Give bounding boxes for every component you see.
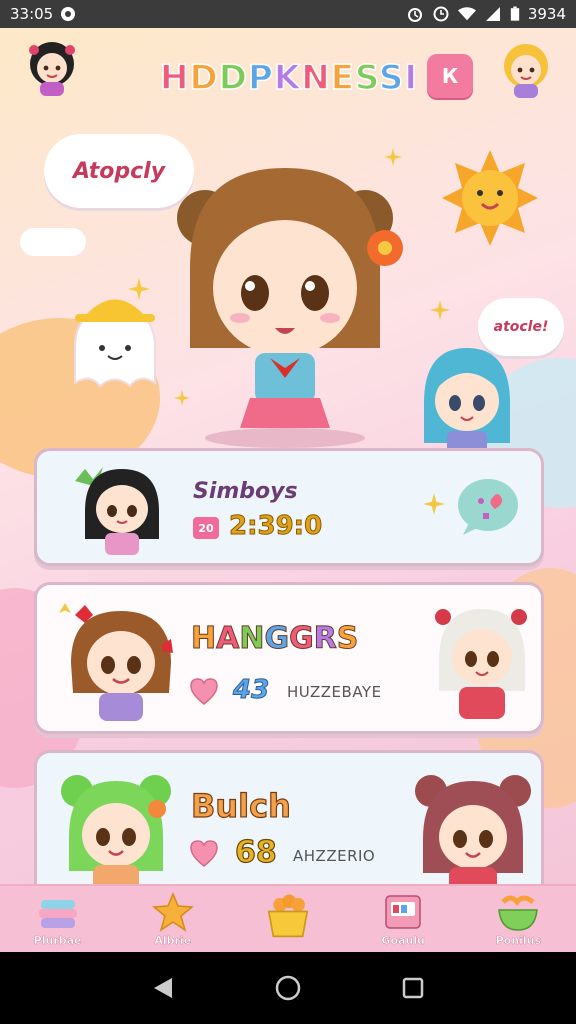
- nav-item-albrie[interactable]: Albrie: [128, 892, 218, 947]
- cake-icon: [38, 900, 77, 928]
- card-2-title-letter: H: [190, 621, 217, 657]
- title-letter: N: [300, 57, 331, 99]
- sparkle-icon: [174, 390, 190, 406]
- wifi-icon: [457, 7, 476, 21]
- title-letter: K: [273, 57, 302, 99]
- sun-character: [442, 150, 538, 246]
- card-3-side-character: [415, 775, 531, 884]
- hero-scene: Atopcly atocle!: [0, 118, 576, 453]
- nav-label: Ponilus: [495, 934, 542, 947]
- card-2-title-letter: R: [313, 621, 337, 657]
- bowl-icon: [498, 895, 539, 931]
- title-letter: S: [378, 57, 405, 99]
- card-1-avatar: [75, 467, 159, 555]
- speech-bubble-left-text: Atopcly: [72, 158, 166, 184]
- card-2-sub: HUZZEBAYE: [287, 683, 382, 701]
- battery-text: 3934: [527, 5, 566, 23]
- star-icon: [151, 892, 194, 932]
- card-3-avatar: [61, 775, 171, 884]
- heart-icon[interactable]: [189, 677, 219, 707]
- back-button[interactable]: [148, 973, 178, 1003]
- avatar-right[interactable]: [494, 36, 558, 100]
- title-letter: D: [189, 57, 219, 99]
- notification-icon: [61, 7, 76, 21]
- heart-icon[interactable]: [189, 839, 219, 869]
- sparkle-icon: [384, 148, 402, 166]
- home-circle-icon: [275, 975, 301, 1001]
- main-character[interactable]: [160, 148, 410, 448]
- card-2-side-character: [435, 609, 527, 719]
- card-3-count: 68: [234, 834, 277, 870]
- chat-heart-icon[interactable]: [455, 477, 521, 537]
- card-3-title: Bulch: [190, 786, 291, 825]
- nav-item-plurbae[interactable]: Plurbae: [13, 892, 103, 947]
- menu-button-label: К: [441, 64, 459, 88]
- status-bar: 33:05 3934: [0, 0, 576, 28]
- card-1-time: 2:39:0: [228, 511, 323, 542]
- cloud: [20, 228, 86, 256]
- card-2-badge: 43: [232, 675, 270, 706]
- system-nav-bar: [0, 952, 576, 1024]
- app-screen: HDDPKNESSI К Atopcly atocle! Simboys 20 …: [0, 28, 576, 884]
- title-letter: D: [218, 57, 248, 99]
- bottom-nav: Plurbae Albrie Goaulu Ponilus: [0, 884, 576, 952]
- nav-item-goaulu[interactable]: Goaulu: [358, 892, 448, 947]
- avatar-left[interactable]: [20, 34, 84, 98]
- book-icon: [385, 895, 421, 929]
- nav-label: Goaulu: [381, 934, 425, 947]
- title-letter: I: [404, 57, 419, 99]
- sparkle-icon: [430, 300, 450, 320]
- card-2-title-letter: A: [216, 621, 240, 657]
- signal-icon: [485, 7, 500, 21]
- title-letter: S: [354, 57, 379, 99]
- card-3-sub: AHZZERIO: [293, 847, 376, 865]
- card-2-avatar: [59, 603, 173, 721]
- title-letter: E: [330, 57, 355, 99]
- recents-button[interactable]: [398, 973, 428, 1003]
- character-card-1[interactable]: Simboys 20 2:39:0: [34, 448, 544, 566]
- title-letter: P: [247, 57, 274, 99]
- header: HDDPKNESSI К: [0, 28, 576, 128]
- character-card-2[interactable]: HANGGRS 43 HUZZEBAYE: [34, 582, 544, 734]
- nav-label: Albrie: [154, 934, 192, 947]
- back-icon: [153, 978, 172, 998]
- menu-button[interactable]: К: [427, 54, 473, 98]
- card-2-title-letter: G: [289, 621, 315, 657]
- status-time: 33:05: [10, 5, 54, 23]
- alarm-icon: [407, 8, 422, 22]
- card-2-title-letter: N: [239, 621, 265, 657]
- card-2-title-letter: G: [264, 621, 290, 657]
- card-1-chip: 20: [193, 517, 219, 539]
- blue-hair-character[interactable]: [412, 343, 522, 458]
- card-2-title: HANGGRS: [190, 621, 359, 657]
- ghost-character: [74, 299, 156, 388]
- title-letter: H: [159, 57, 190, 99]
- clock-icon: [433, 6, 449, 22]
- battery-icon: [510, 6, 519, 21]
- nav-item-ponilus[interactable]: Ponilus: [473, 892, 563, 947]
- basket-icon: [267, 894, 309, 938]
- character-card-3[interactable]: Bulch 68 AHZZERIO: [34, 750, 544, 884]
- card-1-title: Simboys: [193, 479, 298, 504]
- nav-label: Plurbae: [33, 934, 82, 947]
- app-title: HDDPKNESSI: [159, 57, 419, 99]
- sparkle-icon: [128, 278, 150, 300]
- home-button[interactable]: [273, 973, 303, 1003]
- card-2-title-letter: S: [336, 621, 359, 657]
- sparkle-icon: [423, 493, 445, 515]
- speech-bubble-right-text: atocle!: [493, 319, 549, 335]
- recents-icon: [403, 977, 424, 999]
- nav-item-home[interactable]: [243, 892, 333, 942]
